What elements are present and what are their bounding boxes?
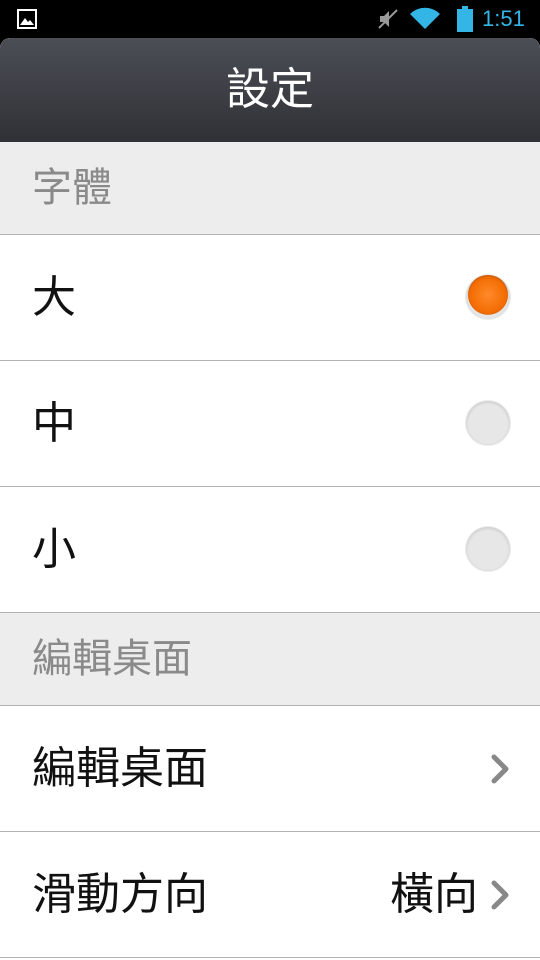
edit-desktop-label: 編輯桌面 [32, 743, 208, 794]
edit-desktop-item[interactable]: 編輯桌面 [0, 706, 540, 832]
section-title-edit-desktop: 編輯桌面 [32, 636, 192, 682]
chevron-right-icon [491, 880, 509, 910]
section-header-edit-desktop: 編輯桌面 [0, 613, 540, 706]
font-option-medium[interactable]: 中 [0, 361, 540, 487]
battery-icon [457, 6, 473, 32]
gallery-icon [17, 9, 37, 29]
radio-button[interactable] [466, 401, 510, 445]
font-option-small[interactable]: 小 [0, 487, 540, 613]
font-option-label: 中 [32, 398, 76, 449]
wifi-icon [410, 7, 440, 30]
swipe-direction-item[interactable]: 滑動方向 橫向 [0, 832, 540, 958]
mute-icon [378, 9, 398, 29]
font-option-label: 小 [32, 524, 76, 575]
radio-button-selected[interactable] [466, 275, 510, 319]
section-header-font: 字體 [0, 142, 540, 235]
swipe-direction-label: 滑動方向 [32, 869, 208, 920]
page-title: 設定 [0, 38, 540, 142]
font-option-large[interactable]: 大 [0, 235, 540, 361]
section-title-font: 字體 [32, 165, 112, 211]
chevron-right-icon [491, 754, 509, 784]
swipe-direction-value: 橫向 [390, 869, 478, 920]
status-time: 1:51 [482, 6, 525, 31]
settings-screen: 設定 字體 大 中 小 編輯桌面 編輯桌面 滑動方向 橫向 [0, 38, 540, 960]
radio-button[interactable] [466, 527, 510, 571]
font-option-label: 大 [32, 272, 76, 323]
status-bar: 1:51 [0, 0, 540, 38]
